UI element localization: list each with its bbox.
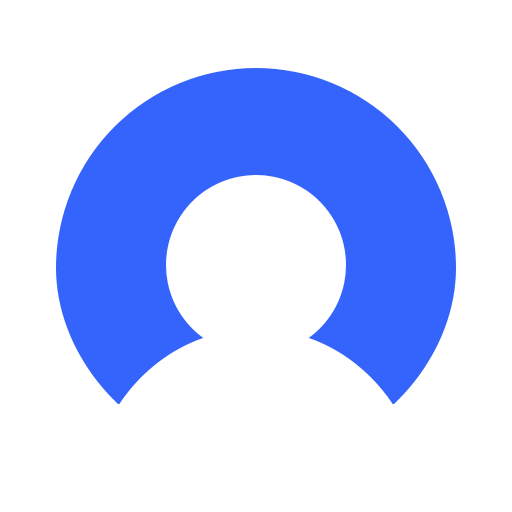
icon-canvas (0, 0, 512, 512)
avatar (0, 0, 512, 512)
user-avatar-icon (56, 68, 456, 430)
avatar-head-shape (166, 175, 346, 355)
